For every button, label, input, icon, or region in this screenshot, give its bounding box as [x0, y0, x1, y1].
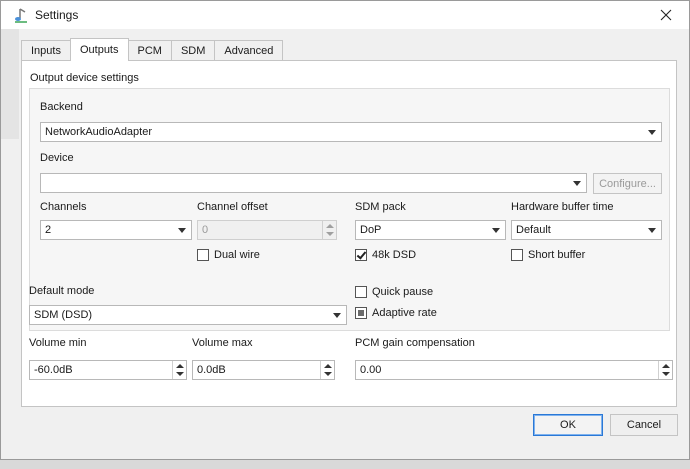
sdm-pack-label: SDM pack	[355, 201, 406, 213]
channels-value: 2	[45, 224, 52, 236]
tab-outputs[interactable]: Outputs	[69, 38, 129, 61]
dual-wire-checkbox[interactable]: Dual wire	[197, 249, 260, 261]
tab-bar: Inputs Outputs PCM SDM Advanced	[21, 38, 284, 61]
backend-value: NetworkAudioAdapter	[45, 126, 153, 138]
cancel-button[interactable]: Cancel	[610, 414, 678, 436]
sdm-pack-value: DoP	[360, 224, 382, 236]
short-buffer-label: Short buffer	[528, 249, 586, 261]
close-icon	[660, 9, 672, 21]
device-select[interactable]	[40, 173, 587, 193]
output-device-group: Backend NetworkAudioAdapter Device Confi…	[29, 88, 670, 331]
pcm-gain-label: PCM gain compensation	[355, 337, 475, 349]
channel-offset-label: Channel offset	[197, 201, 268, 213]
checkbox-partial-icon	[355, 307, 367, 319]
checkbox-checked-icon	[355, 249, 367, 261]
spin-down-icon	[662, 372, 670, 376]
checkbox-unchecked-icon	[197, 249, 209, 261]
close-button[interactable]	[643, 1, 689, 29]
dual-wire-label: Dual wire	[214, 249, 260, 261]
spin-buttons[interactable]	[172, 361, 186, 379]
ok-button[interactable]: OK	[533, 414, 603, 436]
channels-select[interactable]: 2	[40, 220, 192, 240]
spin-up-icon	[662, 364, 670, 368]
quick-pause-label: Quick pause	[372, 286, 434, 298]
spin-buttons[interactable]	[322, 221, 336, 239]
hardware-buffer-time-label: Hardware buffer time	[511, 201, 614, 213]
dsd-48k-checkbox[interactable]: 48k DSD	[355, 249, 416, 261]
chevron-down-icon	[492, 228, 500, 233]
quick-pause-checkbox[interactable]: Quick pause	[355, 286, 433, 298]
channels-label: Channels	[40, 201, 87, 213]
adaptive-rate-label: Adaptive rate	[372, 307, 437, 319]
hardware-buffer-time-select[interactable]: Default	[511, 220, 662, 240]
volume-min-spinbox[interactable]: -60.0dB	[29, 360, 187, 380]
volume-max-label: Volume max	[192, 337, 253, 349]
app-icon	[15, 8, 27, 23]
default-mode-label: Default mode	[29, 285, 95, 297]
spin-down-icon	[326, 232, 334, 236]
volume-max-value: 0.0dB	[197, 364, 226, 376]
title-bar[interactable]: Settings	[1, 1, 689, 29]
chevron-down-icon	[648, 130, 656, 135]
spin-down-icon	[324, 372, 332, 376]
volume-min-value: -60.0dB	[34, 364, 73, 376]
spin-buttons[interactable]	[658, 361, 672, 379]
hardware-buffer-time-value: Default	[516, 224, 551, 236]
default-mode-select[interactable]: SDM (DSD)	[29, 305, 347, 325]
tab-inputs[interactable]: Inputs	[21, 40, 71, 61]
tab-advanced[interactable]: Advanced	[214, 40, 284, 61]
adaptive-rate-checkbox[interactable]: Adaptive rate	[355, 307, 437, 319]
chevron-down-icon	[178, 228, 186, 233]
chevron-down-icon	[648, 228, 656, 233]
sdm-pack-select[interactable]: DoP	[355, 220, 506, 240]
background-window-edge	[1, 29, 19, 139]
backend-select[interactable]: NetworkAudioAdapter	[40, 122, 662, 142]
chevron-down-icon	[573, 181, 581, 186]
pcm-gain-spinbox[interactable]: 0.00	[355, 360, 673, 380]
spin-buttons[interactable]	[320, 361, 334, 379]
chevron-down-icon	[333, 313, 341, 318]
short-buffer-checkbox[interactable]: Short buffer	[511, 249, 585, 261]
spin-up-icon	[324, 364, 332, 368]
channel-offset-value: 0	[202, 224, 209, 236]
volume-max-spinbox[interactable]: 0.0dB	[192, 360, 335, 380]
window-title: Settings	[35, 8, 79, 22]
settings-dialog: Settings Inputs Outputs PCM SDM Advanced…	[0, 0, 690, 460]
dsd-48k-label: 48k DSD	[372, 249, 417, 261]
device-label: Device	[40, 152, 74, 164]
backend-label: Backend	[40, 101, 83, 113]
tab-sdm[interactable]: SDM	[170, 40, 216, 61]
checkbox-unchecked-icon	[511, 249, 523, 261]
channel-offset-spinbox[interactable]: 0	[197, 220, 337, 240]
spin-up-icon	[176, 364, 184, 368]
tab-pcm[interactable]: PCM	[127, 40, 172, 61]
pcm-gain-value: 0.00	[360, 364, 382, 376]
spin-up-icon	[326, 224, 334, 228]
configure-button[interactable]: Configure...	[593, 173, 662, 194]
default-mode-value: SDM (DSD)	[34, 309, 93, 321]
volume-min-label: Volume min	[29, 337, 87, 349]
output-device-settings-title: Output device settings	[30, 72, 139, 84]
outputs-panel: Output device settings Backend NetworkAu…	[21, 60, 677, 407]
spin-down-icon	[176, 372, 184, 376]
checkbox-unchecked-icon	[355, 286, 367, 298]
